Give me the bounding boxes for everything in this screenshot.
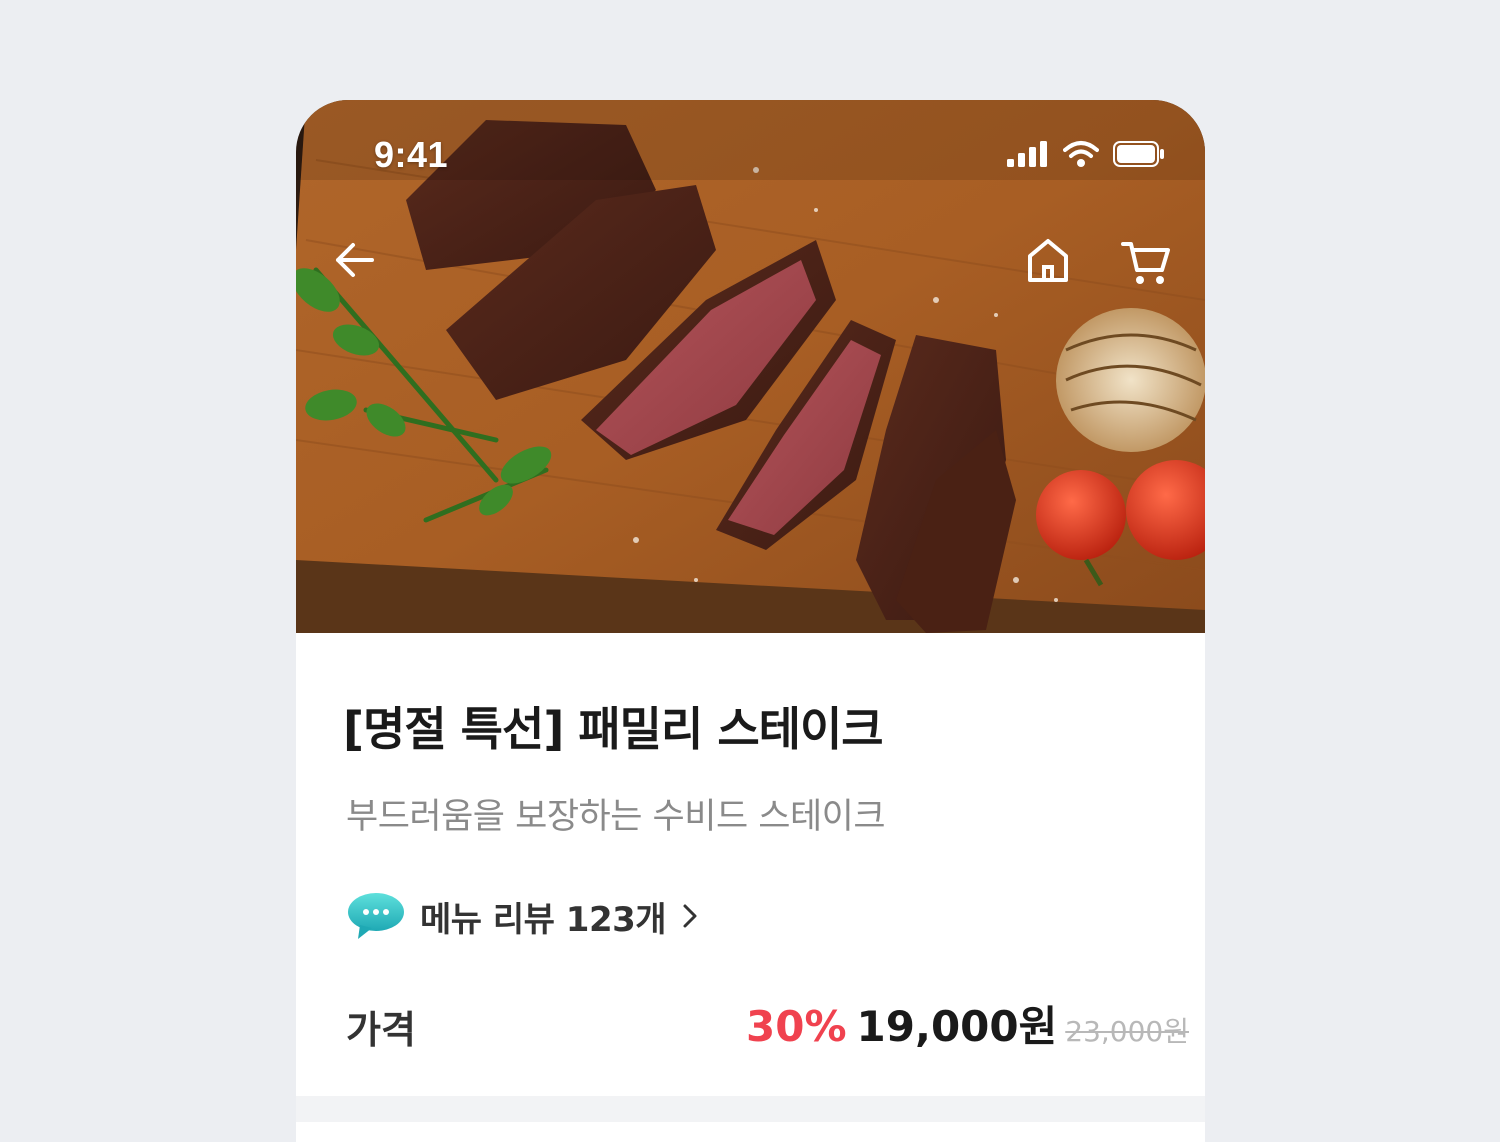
sale-price: 19,000원	[856, 1002, 1058, 1051]
wifi-icon	[1063, 141, 1099, 167]
menu-review-link[interactable]: 메뉴 리뷰 123개	[346, 891, 698, 941]
product-hero-image: 9:41	[296, 100, 1205, 633]
cellular-signal-icon	[1007, 141, 1047, 167]
section-divider	[296, 1096, 1205, 1122]
home-button[interactable]	[1024, 236, 1072, 288]
review-count-label: 메뉴 리뷰 123개	[420, 899, 667, 940]
back-arrow-icon	[336, 243, 374, 277]
product-info: [명절 특선] 패밀리 스테이크 부드러움을 보장하는 수비드 스테이크 메뉴 …	[296, 633, 1205, 1096]
next-section	[296, 1122, 1205, 1142]
price-row: 30% 19,000원 23,000원	[746, 993, 1189, 1054]
product-title: [명절 특선] 패밀리 스테이크	[343, 702, 884, 756]
cart-button[interactable]	[1120, 236, 1172, 292]
status-time: 9:41	[374, 134, 449, 175]
discount-rate: 30%	[746, 1002, 847, 1051]
phone-frame: 9:41 [명절 특선] 패밀리 스테이크 부드러움을 보장하는 수비드 스테이…	[296, 100, 1205, 1142]
steak-photo	[296, 100, 1205, 633]
battery-icon	[1113, 141, 1164, 167]
price-label: 가격	[346, 1008, 416, 1052]
cart-icon	[1121, 242, 1170, 284]
home-icon	[1028, 239, 1068, 282]
back-button[interactable]	[332, 237, 378, 287]
original-price: 23,000원	[1065, 1015, 1189, 1048]
status-icons	[1007, 140, 1165, 168]
product-subtitle: 부드러움을 보장하는 수비드 스테이크	[346, 797, 886, 837]
speech-bubble-icon	[348, 893, 404, 939]
chevron-right-icon	[683, 904, 697, 928]
